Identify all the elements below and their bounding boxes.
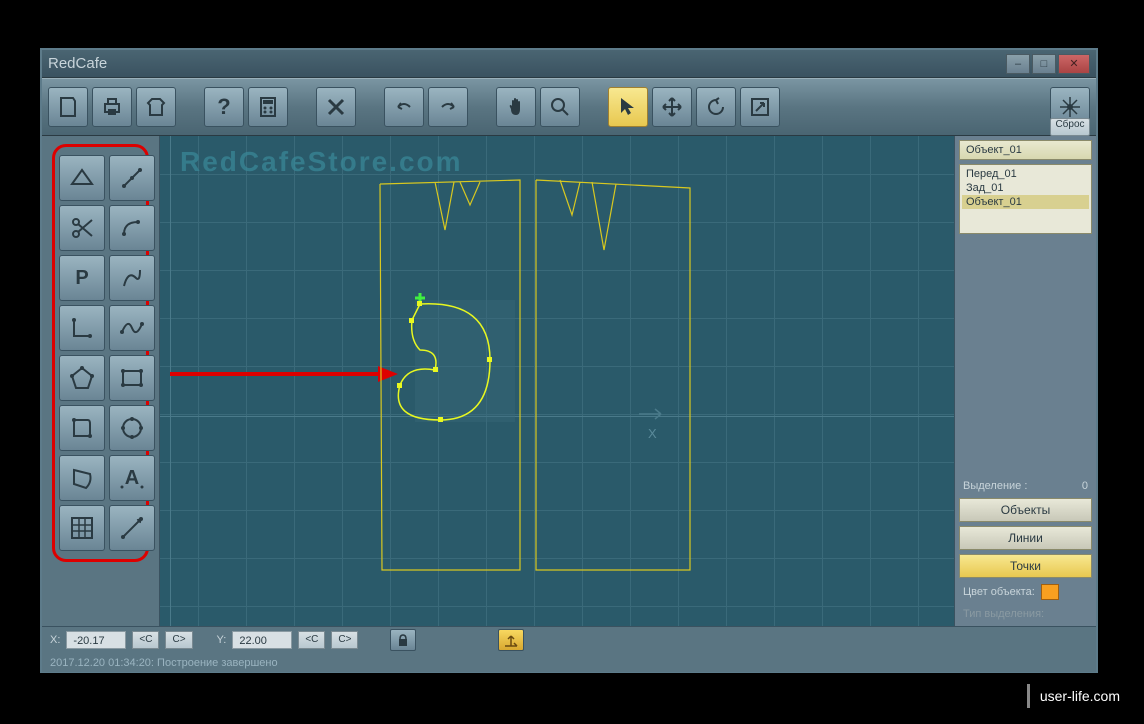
new-file-button[interactable] — [48, 87, 88, 127]
x-gt-button[interactable]: C> — [165, 631, 192, 649]
spline-tool[interactable] — [109, 305, 155, 351]
curve-tool[interactable] — [109, 255, 155, 301]
help-button[interactable]: ? — [204, 87, 244, 127]
titlebar: RedCafe – □ ✕ — [42, 50, 1096, 78]
lock-button[interactable] — [390, 629, 416, 651]
polygon-tool[interactable] — [59, 355, 105, 401]
circle-tool[interactable] — [109, 405, 155, 451]
rotate-button[interactable] — [696, 87, 736, 127]
diagonal-tool[interactable] — [109, 505, 155, 551]
lines-button[interactable]: Линии — [959, 526, 1092, 550]
svg-text:?: ? — [217, 95, 230, 119]
pattern-drawing — [360, 170, 710, 580]
y-label: Y: — [217, 634, 227, 646]
print-button[interactable] — [92, 87, 132, 127]
svg-text:P: P — [75, 267, 88, 289]
redo-button[interactable] — [428, 87, 468, 127]
point-tool[interactable]: P — [59, 255, 105, 301]
rectangle-tool[interactable] — [109, 355, 155, 401]
app-window: RedCafe – □ ✕ ? Сброс — [40, 48, 1098, 673]
x-label: X: — [50, 634, 60, 646]
tool-grid: P A — [52, 144, 149, 562]
triangle-tool[interactable] — [59, 155, 105, 201]
y-lt-button[interactable]: <C — [298, 631, 325, 649]
shape-tool[interactable] — [59, 405, 105, 451]
app-title: RedCafe — [48, 55, 1004, 72]
reset-button[interactable]: Сброс — [1050, 118, 1090, 136]
selection-count: Выделение : 0 — [959, 478, 1092, 494]
delete-button[interactable] — [316, 87, 356, 127]
grid-tool[interactable] — [59, 505, 105, 551]
zoom-button[interactable] — [540, 87, 580, 127]
scissors-tool[interactable] — [59, 205, 105, 251]
axis-arrow-x — [639, 404, 669, 424]
color-swatch[interactable] — [1041, 584, 1059, 600]
current-object-label: Объект_01 — [959, 140, 1092, 160]
object-list[interactable]: Перед_01 Зад_01 Объект_01 — [959, 164, 1092, 234]
list-item[interactable]: Зад_01 — [962, 181, 1089, 195]
corner-tool[interactable] — [59, 305, 105, 351]
list-item[interactable]: Объект_01 — [962, 195, 1089, 209]
sector-tool[interactable] — [59, 455, 105, 501]
scale-button[interactable] — [740, 87, 780, 127]
origin-button[interactable] — [498, 629, 524, 651]
selection-type-label: Тип выделения: — [959, 606, 1092, 622]
close-button[interactable]: ✕ — [1058, 54, 1090, 74]
points-button[interactable]: Точки — [959, 554, 1092, 578]
svg-text:A: A — [125, 467, 139, 489]
undo-button[interactable] — [384, 87, 424, 127]
list-item[interactable]: Перед_01 — [962, 167, 1089, 181]
objects-button[interactable]: Объекты — [959, 498, 1092, 522]
garment-button[interactable] — [136, 87, 176, 127]
main-area: P A X RedCafeStore.com — [42, 136, 1096, 626]
color-row: Цвет объекта: — [959, 582, 1092, 602]
move-button[interactable] — [652, 87, 692, 127]
maximize-button[interactable]: □ — [1032, 54, 1056, 74]
calculator-button[interactable] — [248, 87, 288, 127]
status-bar: X: -20.17 <C C> Y: 22.00 <C C> 2017.12.2… — [42, 626, 1096, 672]
x-coord: -20.17 — [66, 631, 126, 649]
y-coord: 22.00 — [232, 631, 292, 649]
y-gt-button[interactable]: C> — [331, 631, 358, 649]
minimize-button[interactable]: – — [1006, 54, 1030, 74]
text-tool[interactable]: A — [109, 455, 155, 501]
line-segment-tool[interactable] — [109, 155, 155, 201]
right-panel: Объект_01 Перед_01 Зад_01 Объект_01 Выде… — [954, 136, 1096, 626]
select-button[interactable] — [608, 87, 648, 127]
arc-tool[interactable] — [109, 205, 155, 251]
site-watermark: user-life.com — [1027, 684, 1130, 708]
status-message: 2017.12.20 01:34:20: Построение завершен… — [50, 657, 278, 669]
main-toolbar: ? — [42, 78, 1096, 136]
color-label: Цвет объекта: — [963, 586, 1035, 598]
pan-button[interactable] — [496, 87, 536, 127]
canvas[interactable]: X RedCafeStore.com — [160, 136, 954, 626]
x-lt-button[interactable]: <C — [132, 631, 159, 649]
left-tool-panel: P A — [42, 136, 160, 626]
